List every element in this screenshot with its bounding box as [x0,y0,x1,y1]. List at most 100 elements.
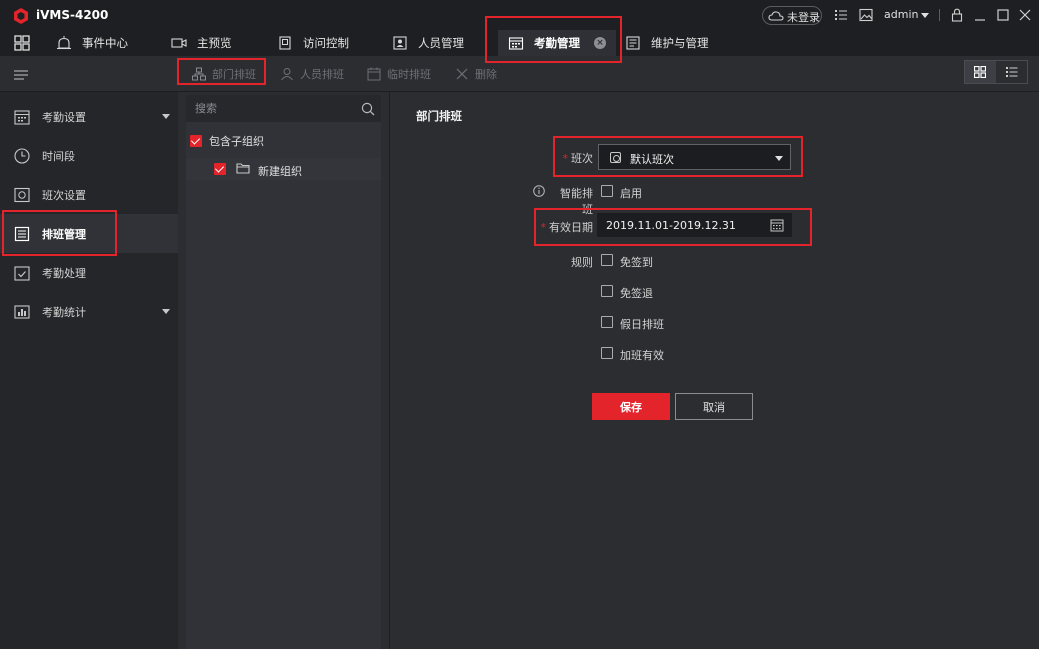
tab-label: 访问控制 [303,36,349,50]
sidebar-item-label: 时间段 [42,150,75,163]
smart-schedule-label: 智能排班 [560,187,593,216]
shift-field-label: * 班次 [560,150,594,166]
list-view-icon [1006,67,1018,77]
attendance-sidebar: 考勤设置 时间段 班次设置 排班管理 考勤处理 考勤统计 [0,92,178,649]
date-range-field[interactable]: 2019.11.01-2019.12.31 [597,213,792,237]
tree-node-label: 新建组织 [258,165,302,178]
shift-label-text: 班次 [571,152,593,165]
cancel-button[interactable]: 取消 [675,393,753,420]
sidebar-item-label: 排班管理 [42,228,86,241]
shift-icon [610,152,621,163]
include-sub-org-checkbox[interactable] [190,135,202,147]
image-icon[interactable] [859,8,873,22]
rule-label: 免签到 [620,256,653,269]
list-icon[interactable] [834,8,848,22]
clock-icon [14,148,30,164]
tab-event-center[interactable]: 事件中心 [56,30,128,56]
login-status-button[interactable]: 未登录 [762,6,822,25]
effective-date-label-text: 有效日期 [549,221,593,234]
effective-date-label: * 有效日期 [540,219,594,235]
search-icon[interactable] [361,102,375,116]
sidebar-item-shift-settings[interactable]: 班次设置 [0,175,178,214]
calendar-icon [508,37,524,50]
alarm-icon [57,36,71,50]
org-chart-icon [192,67,206,81]
tab-maintenance[interactable]: 维护与管理 [625,30,709,56]
dropdown-arrow-icon[interactable] [775,156,783,161]
organization-tree-panel: 包含子组织 新建组织 [186,95,381,649]
temp-schedule-label: 临时排班 [387,68,431,81]
tab-label: 事件中心 [82,36,128,50]
list-view-button[interactable] [997,61,1028,83]
tab-main-view[interactable]: 主预览 [171,30,232,56]
user-dropdown-icon[interactable] [921,13,929,18]
section-title: 部门排班 [416,109,462,123]
app-title: iVMS-4200 [36,8,109,22]
minimize-icon[interactable] [973,8,987,22]
action-toolbar: 部门排班 人员排班 临时排班 删除 [0,56,1039,92]
tab-attendance[interactable]: 考勤管理 × [498,30,616,56]
date-range-value: 2019.11.01-2019.12.31 [606,219,736,232]
tab-person-management[interactable]: 人员管理 [392,30,464,56]
required-mark: * [540,221,547,234]
menu-toggle-icon[interactable] [14,70,28,80]
grid-view-icon [974,66,986,78]
include-sub-org-option[interactable]: 包含子组织 [190,130,264,152]
tree-node-row[interactable]: 新建组织 [186,158,381,180]
save-button[interactable]: 保存 [592,393,670,420]
temp-schedule-button[interactable]: 临时排班 [367,65,431,83]
rule-checkbox-no-checkin[interactable] [601,254,613,266]
person-schedule-button[interactable]: 人员排班 [280,65,344,83]
delete-button[interactable]: 删除 [455,65,497,83]
titlebar-divider [939,9,940,21]
check-calendar-icon [14,266,30,281]
tab-label: 维护与管理 [651,36,709,50]
close-icon[interactable] [1018,8,1032,22]
grid-view-button[interactable] [965,61,996,83]
person-icon [281,68,293,81]
smart-schedule-checkbox[interactable] [601,185,613,197]
statistics-icon [14,305,30,319]
search-input[interactable] [186,95,356,122]
user-name[interactable]: admin [884,8,918,21]
sidebar-item-time-period[interactable]: 时间段 [0,136,178,175]
door-icon [279,36,291,50]
calendar-picker-icon[interactable] [770,218,784,232]
tree-node-checkbox[interactable] [214,163,226,175]
sidebar-item-attendance-statistics[interactable]: 考勤统计 [0,292,178,331]
expand-caret-icon[interactable] [162,114,170,119]
module-tab-bar: 事件中心 主预览 访问控制 人员管理 考勤管理 × 维护与管理 [0,30,1039,56]
person-card-icon [393,36,407,50]
camera-icon [171,38,187,48]
tree-search [186,95,381,122]
lock-icon[interactable] [950,8,964,22]
dept-schedule-button[interactable]: 部门排班 [192,65,256,83]
delete-label: 删除 [475,68,497,81]
tab-label: 主预览 [197,36,232,50]
person-schedule-label: 人员排班 [300,68,344,81]
maintenance-icon [626,36,640,50]
tab-close-icon[interactable]: × [594,37,606,49]
include-sub-org-label: 包含子组织 [209,135,264,148]
sidebar-item-label: 考勤处理 [42,267,86,280]
sidebar-item-label: 考勤设置 [42,111,86,124]
maximize-icon[interactable] [996,8,1010,22]
sidebar-item-label: 考勤统计 [42,306,86,319]
sidebar-item-attendance-handling[interactable]: 考勤处理 [0,253,178,292]
info-icon[interactable] [533,185,545,197]
rule-checkbox-overtime-valid[interactable] [601,347,613,359]
cloud-icon [768,11,784,21]
rule-checkbox-no-checkout[interactable] [601,285,613,297]
shift-icon [14,187,30,203]
sidebar-item-attendance-settings[interactable]: 考勤设置 [0,97,178,136]
schedule-icon [14,226,30,242]
expand-caret-icon[interactable] [162,309,170,314]
required-mark: * [562,152,569,165]
rule-checkbox-holiday-schedule[interactable] [601,316,613,328]
shift-select[interactable]: 默认班次 [598,144,791,170]
module-grid-icon[interactable] [14,35,30,51]
tab-access-control[interactable]: 访问控制 [277,30,349,56]
temp-calendar-icon [367,67,381,81]
tab-label: 人员管理 [418,36,464,50]
sidebar-item-schedule-management[interactable]: 排班管理 [0,214,178,253]
